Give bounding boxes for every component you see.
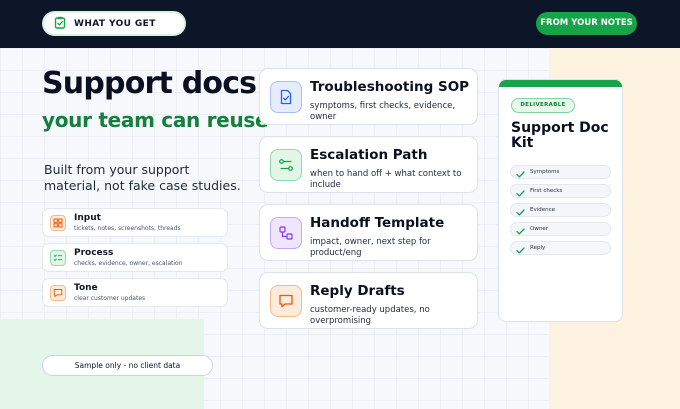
input-desc: tickets, notes, screenshots, threads — [74, 224, 181, 232]
chat-icon — [270, 285, 302, 317]
what-you-get-pill: WHAT YOU GET — [42, 11, 186, 36]
top-bar: WHAT YOU GET FROM YOUR NOTES — [0, 0, 680, 48]
troubleshooting-sop-card: Troubleshooting SOP symptoms, first chec… — [259, 68, 478, 125]
troubleshooting-sop-desc: symptoms, first checks, evidence, owner — [310, 101, 456, 122]
hero-description: Built from your support material, not fa… — [44, 162, 241, 193]
hero-subtitle: your team can reuse — [42, 108, 269, 132]
process-title: Process — [74, 247, 114, 258]
input-card: Input tickets, notes, screenshots, threa… — [42, 208, 228, 237]
kit-item-label: Symptoms — [530, 169, 560, 175]
kit-item-label: Reply — [530, 245, 546, 251]
reply-drafts-title: Reply Drafts — [310, 283, 405, 299]
support-doc-kit-panel: DELIVERABLE Support Doc Kit Symptoms Fir… — [498, 79, 623, 322]
handoff-icon — [270, 217, 302, 249]
checklist-icon — [50, 249, 66, 266]
kit-item-first-checks: First checks — [510, 184, 611, 198]
escalation-path-card: Escalation Path when to hand off + what … — [259, 136, 478, 193]
tone-desc: clear customer updates — [74, 294, 146, 302]
reply-drafts-card: Reply Drafts customer-ready updates, no … — [259, 272, 478, 329]
handoff-template-card: Handoff Template impact, owner, next ste… — [259, 204, 478, 261]
check-icon — [516, 182, 525, 201]
handoff-template-desc: impact, owner, next step for product/eng — [310, 237, 431, 258]
reply-drafts-desc: customer-ready updates, no overpromising — [310, 305, 430, 326]
check-icon — [516, 220, 525, 239]
process-card: Process checks, evidence, owner, escalat… — [42, 243, 228, 272]
tone-card: Tone clear customer updates — [42, 278, 228, 307]
kit-item-label: First checks — [530, 188, 563, 194]
kit-item-label: Owner — [530, 226, 548, 232]
troubleshooting-sop-title: Troubleshooting SOP — [310, 79, 470, 95]
path-icon — [270, 149, 302, 181]
hero-title: Support docs — [42, 66, 257, 101]
from-your-notes-button[interactable]: FROM YOUR NOTES — [536, 12, 637, 35]
document-check-icon — [270, 81, 302, 113]
input-title: Input — [74, 212, 101, 223]
process-desc: checks, evidence, owner, escalation — [74, 259, 183, 267]
sample-note: Sample only - no client data — [42, 355, 213, 376]
kit-accent-bar — [499, 80, 622, 87]
escalation-path-desc: when to hand off + what context to inclu… — [310, 169, 462, 190]
kit-item-reply: Reply — [510, 241, 611, 255]
kit-item-evidence: Evidence — [510, 203, 611, 217]
chat-icon — [50, 284, 66, 301]
tone-title: Tone — [74, 282, 98, 293]
what-you-get-label: WHAT YOU GET — [74, 18, 156, 29]
check-icon — [516, 163, 525, 182]
escalation-path-title: Escalation Path — [310, 147, 428, 163]
grid-icon — [50, 214, 66, 231]
check-icon — [516, 239, 525, 258]
handoff-template-title: Handoff Template — [310, 215, 445, 231]
check-icon — [516, 201, 525, 220]
kit-item-label: Evidence — [530, 207, 556, 213]
kit-item-owner: Owner — [510, 222, 611, 236]
kit-title: Support Doc Kit — [511, 120, 609, 151]
deliverable-badge: DELIVERABLE — [511, 98, 575, 113]
clipboard-check-icon — [54, 14, 66, 33]
kit-item-symptoms: Symptoms — [510, 165, 611, 179]
